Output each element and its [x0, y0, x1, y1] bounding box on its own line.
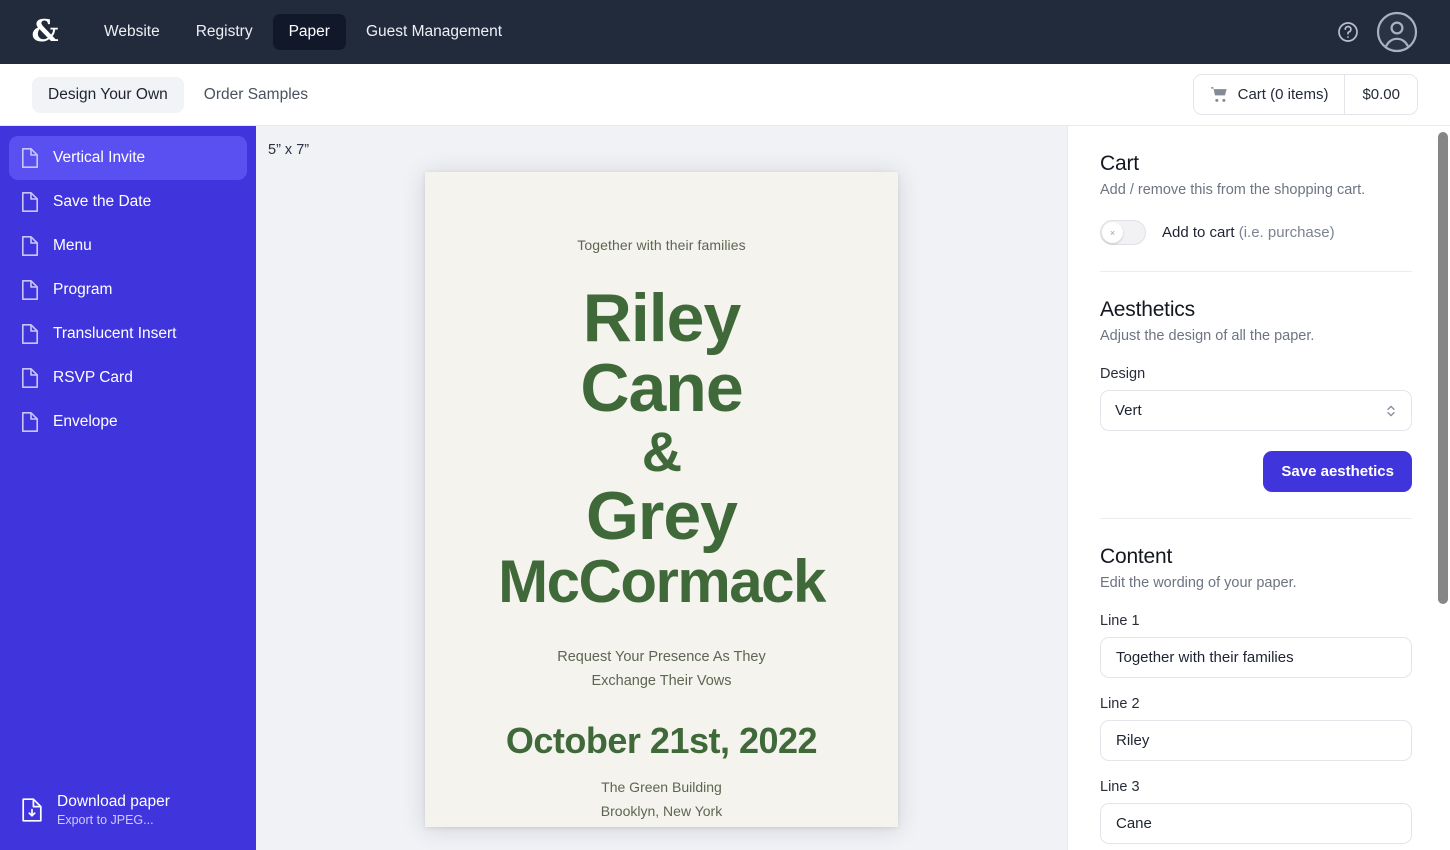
sidebar-item-label: Envelope — [53, 413, 118, 430]
tab-design-your-own[interactable]: Design Your Own — [32, 76, 184, 113]
document-icon — [21, 191, 39, 213]
primary-nav-links: Website Registry Paper Guest Management — [88, 14, 518, 50]
line-1-input[interactable]: Together with their families — [1100, 637, 1412, 678]
sidebar-item-menu[interactable]: Menu — [9, 224, 247, 268]
paper-line-1: Together with their families — [577, 237, 746, 253]
sidebar-item-label: Translucent Insert — [53, 325, 177, 342]
paper-mode-tabs: Design Your Own Order Samples — [32, 76, 324, 113]
nav-link-website[interactable]: Website — [88, 14, 176, 50]
add-to-cart-toggle[interactable]: × — [1100, 220, 1146, 245]
save-aesthetics-button[interactable]: Save aesthetics — [1263, 451, 1412, 492]
content-field-label: Line 1 — [1100, 613, 1140, 629]
secondary-toolbar: Design Your Own Order Samples Cart (0 it… — [0, 64, 1450, 126]
content-field-label: Line 3 — [1100, 779, 1140, 795]
download-paper-button[interactable]: Download paper Export to JPEG... — [0, 780, 256, 850]
invitation-paper-preview[interactable]: Together with their families Riley Cane … — [425, 172, 898, 827]
line-3-input[interactable]: Cane — [1100, 803, 1412, 844]
sidebar-item-label: Vertical Invite — [53, 149, 146, 166]
document-icon — [21, 279, 39, 301]
design-field-group: Design Vert — [1100, 366, 1412, 431]
download-text-group: Download paper Export to JPEG... — [57, 792, 170, 828]
help-circle-icon[interactable] — [1336, 20, 1360, 44]
sidebar-item-label: Menu — [53, 237, 92, 254]
document-icon — [21, 147, 39, 169]
sidebar-item-envelope[interactable]: Envelope — [9, 400, 247, 444]
content-section-subtitle: Edit the wording of your paper. — [1100, 575, 1297, 591]
shopping-cart-icon — [1210, 85, 1229, 104]
content-field-line-3: Line 3 Cane — [1100, 779, 1412, 844]
nav-right-actions — [1336, 11, 1432, 53]
line-2-input[interactable]: Riley — [1100, 720, 1412, 761]
document-icon — [21, 235, 39, 257]
brand-logo-ampersand-icon[interactable]: & — [26, 13, 64, 51]
download-document-icon — [21, 797, 43, 823]
design-field-label: Design — [1100, 366, 1146, 382]
add-to-cart-row: × Add to cart (i.e. purchase) — [1100, 220, 1412, 245]
nav-link-guest-management[interactable]: Guest Management — [350, 14, 518, 50]
tab-order-samples[interactable]: Order Samples — [188, 77, 324, 113]
user-avatar-icon[interactable] — [1376, 11, 1418, 53]
paper-ampersand: & — [641, 419, 682, 483]
settings-panel-scrollbar-thumb[interactable] — [1438, 132, 1448, 604]
top-navigation-bar: & Website Registry Paper Guest Managemen… — [0, 0, 1450, 64]
download-title: Download paper — [57, 793, 170, 811]
nav-link-registry[interactable]: Registry — [180, 14, 269, 50]
content-field-line-1: Line 1 Together with their families — [1100, 613, 1412, 678]
paper-date: October 21st, 2022 — [505, 719, 818, 761]
add-to-cart-label-strong: Add to cart — [1162, 224, 1239, 241]
sidebar-item-save-the-date[interactable]: Save the Date — [9, 180, 247, 224]
paper-names-block: Riley Cane & Grey McCormack — [447, 284, 876, 612]
toggle-knob-close-icon: × — [1102, 222, 1123, 243]
sidebar-item-vertical-invite[interactable]: Vertical Invite — [9, 136, 247, 180]
paper-name-1: Riley — [582, 279, 742, 356]
sidebar-item-label: Save the Date — [53, 193, 152, 210]
nav-link-paper[interactable]: Paper — [272, 14, 346, 50]
cart-button-label: Cart (0 items) — [1237, 86, 1329, 103]
save-aesthetics-row: Save aesthetics — [1100, 431, 1412, 492]
paper-name-4: McCormack — [498, 547, 826, 615]
sidebar-item-label: RSVP Card — [53, 369, 133, 386]
paper-name-2: Cane — [580, 349, 743, 426]
document-icon — [21, 367, 39, 389]
paper-name-3: Grey — [586, 477, 738, 554]
paper-venue-city: Brooklyn, New York — [600, 803, 723, 820]
cart-total-amount[interactable]: $0.00 — [1344, 75, 1417, 114]
settings-panel: Cart Add / remove this from the shopping… — [1067, 126, 1450, 850]
settings-panel-scrollbar-track[interactable] — [1436, 126, 1450, 850]
document-icon — [21, 323, 39, 345]
sidebar-item-label: Program — [53, 281, 113, 298]
main-content-area: Vertical Invite Save the Date Menu Progr… — [0, 126, 1450, 850]
paper-type-sidebar: Vertical Invite Save the Date Menu Progr… — [0, 126, 256, 850]
paper-mid-line-1: Request Your Presence As They — [557, 648, 766, 665]
content-field-line-2: Line 2 Riley — [1100, 696, 1412, 761]
chevron-updown-icon — [1385, 403, 1397, 419]
paper-preview-canvas: 5” x 7” Together with their families Ril… — [256, 126, 1067, 850]
cart-button-group: Cart (0 items) $0.00 — [1192, 74, 1418, 115]
cart-section-subtitle: Add / remove this from the shopping cart… — [1100, 182, 1366, 198]
paper-venue-name: The Green Building — [601, 778, 722, 795]
content-section-title: Content — [1100, 545, 1173, 568]
paper-mid-block: Request Your Presence As They Exchange T… — [447, 646, 876, 694]
design-select-value: Vert — [1115, 402, 1142, 419]
add-to-cart-label-muted: (i.e. purchase) — [1238, 224, 1335, 241]
paper-mid-line-2: Exchange Their Vows — [591, 672, 732, 689]
content-fields: Line 1 Together with their families Line… — [1100, 613, 1412, 844]
cart-button[interactable]: Cart (0 items) — [1193, 75, 1345, 114]
aesthetics-section-subtitle: Adjust the design of all the paper. — [1100, 328, 1315, 344]
sidebar-item-translucent-insert[interactable]: Translucent Insert — [9, 312, 247, 356]
sidebar-item-rsvp-card[interactable]: RSVP Card — [9, 356, 247, 400]
download-subtitle: Export to JPEG... — [57, 812, 154, 827]
document-icon — [21, 411, 39, 433]
content-field-label: Line 2 — [1100, 696, 1140, 712]
sidebar-item-program[interactable]: Program — [9, 268, 247, 312]
paper-size-label: 5” x 7” — [268, 142, 310, 158]
paper-venue-block: The Green Building Brooklyn, New York — [447, 775, 876, 824]
add-to-cart-label: Add to cart (i.e. purchase) — [1162, 224, 1335, 241]
section-divider-cart — [1100, 271, 1412, 272]
section-divider-aesthetics — [1100, 518, 1412, 519]
design-select[interactable]: Vert — [1100, 390, 1412, 431]
cart-section-title: Cart — [1100, 152, 1139, 175]
aesthetics-section-title: Aesthetics — [1100, 298, 1195, 321]
